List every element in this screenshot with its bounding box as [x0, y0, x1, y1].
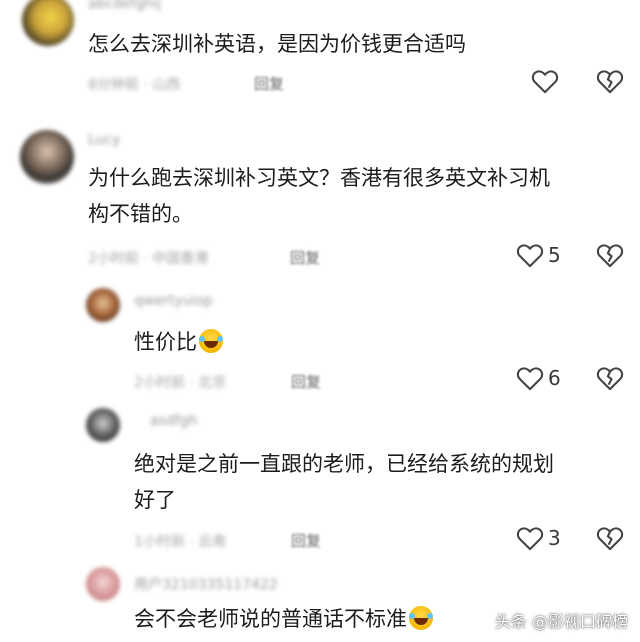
avatar[interactable]	[86, 288, 120, 322]
comment-meta: 2小时前 · 中国香港	[88, 251, 209, 267]
watermark: 头条 @影视口碑榜	[494, 612, 628, 631]
avatar[interactable]	[86, 567, 120, 601]
broken-heart-outline-icon	[596, 527, 624, 551]
avatar[interactable]	[20, 130, 74, 184]
like-button[interactable]: 5	[516, 242, 561, 268]
heart-outline-icon	[531, 70, 559, 94]
comment-meta: 1小时前 · 云南	[134, 534, 227, 550]
comment-text: 为什么跑去深圳补习英文？香港有很多英文补习机 构不错的。	[88, 160, 550, 232]
like-count: 6	[548, 366, 561, 390]
comment-text-line: 构不错的。	[88, 202, 193, 226]
reply-button[interactable]: 回复	[291, 530, 321, 551]
comment-text: 会不会老师说的普通话不标准	[134, 601, 433, 637]
comment-text-line: 为什么跑去深圳补习英文？香港有很多英文补习机	[88, 166, 550, 190]
dislike-button[interactable]	[596, 525, 624, 551]
like-button[interactable]: 6	[516, 365, 561, 391]
comment-text-line: 好了	[134, 488, 176, 512]
comment-3: qwertyuiop 性价比 2小时前 · 北京 回复 6	[0, 280, 640, 400]
comment-meta: 2小时前 · 北京	[134, 375, 227, 391]
heart-outline-icon	[516, 367, 544, 391]
like-button[interactable]: 3	[516, 525, 561, 551]
comment-meta: 8分钟前 · 山西	[88, 77, 181, 93]
comment-2: Lucy 为什么跑去深圳补习英文？香港有很多英文补习机 构不错的。 2小时前 ·…	[0, 110, 640, 280]
username[interactable]: 用户3210335117422	[134, 574, 278, 594]
rofl-emoji-icon	[199, 329, 223, 353]
broken-heart-outline-icon	[596, 70, 624, 94]
like-button[interactable]	[531, 68, 559, 94]
heart-outline-icon	[516, 527, 544, 551]
comment-text-line: 会不会老师说的普通话不标准	[134, 607, 407, 631]
username[interactable]: asdfgh	[150, 413, 197, 429]
like-count: 5	[548, 243, 561, 267]
comment-text: 性价比	[134, 324, 223, 360]
reply-button[interactable]: 回复	[254, 73, 284, 94]
comment-4: asdfgh 绝对是之前一直跟的老师，已经给系统的规划 好了 1小时前 · 云南…	[0, 400, 640, 565]
dislike-button[interactable]	[596, 68, 624, 94]
comment-text-line: 性价比	[134, 330, 197, 354]
username[interactable]: abcdefghij	[88, 0, 161, 12]
comment-text-line: 绝对是之前一直跟的老师，已经给系统的规划	[134, 452, 554, 476]
dislike-button[interactable]	[596, 242, 624, 268]
comment-text: 怎么去深圳补英语，是因为价钱更合适吗	[88, 26, 466, 62]
broken-heart-outline-icon	[596, 244, 624, 268]
reply-button[interactable]: 回复	[291, 371, 321, 392]
avatar[interactable]	[86, 408, 120, 442]
username[interactable]: Lucy	[88, 132, 120, 148]
rofl-emoji-icon	[409, 606, 433, 630]
like-count: 3	[548, 526, 561, 550]
reply-button[interactable]: 回复	[290, 247, 320, 268]
broken-heart-outline-icon	[596, 367, 624, 391]
username[interactable]: qwertyuiop	[134, 293, 213, 309]
comment-1: abcdefghij 怎么去深圳补英语，是因为价钱更合适吗 8分钟前 · 山西 …	[0, 0, 640, 110]
dislike-button[interactable]	[596, 365, 624, 391]
heart-outline-icon	[516, 244, 544, 268]
avatar[interactable]	[22, 0, 74, 46]
comment-text-line: 怎么去深圳补英语，是因为价钱更合适吗	[88, 32, 466, 56]
comment-text: 绝对是之前一直跟的老师，已经给系统的规划 好了	[134, 446, 554, 518]
